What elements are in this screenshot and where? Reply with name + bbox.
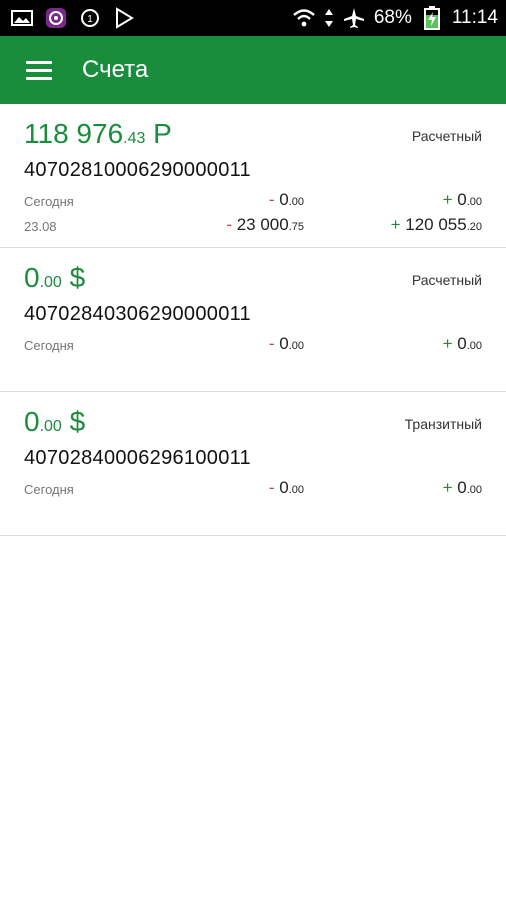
turnover-date: Сегодня [24, 482, 74, 497]
account-balance: 0.00 $ [24, 262, 86, 293]
account-number: 40702840006296100011 [24, 447, 251, 469]
airplane-mode-icon [342, 7, 366, 29]
account-type: Расчетный [411, 272, 482, 288]
account-card[interactable]: 0.00 $ Транзитный 40702840006296100011 С… [0, 392, 506, 536]
account-type: Транзитный [404, 416, 482, 432]
credit-amount: + 0.00 [442, 190, 482, 209]
turnover-row: Сегодня - 0.00 + 0.00 [24, 190, 482, 210]
debit-amount: - 23 000.75 [226, 215, 304, 234]
turnover-date: 23.08 [24, 219, 57, 234]
credit-amount: + 0.00 [442, 478, 482, 497]
sync-icon: 1 [78, 7, 102, 29]
wifi-icon [292, 7, 316, 29]
account-card[interactable]: 118 976.43 Р Расчетный 40702810006290000… [0, 104, 506, 248]
page-title: Счета [82, 56, 149, 83]
app-bar: Счета [0, 36, 506, 104]
svg-text:1: 1 [87, 14, 93, 25]
battery-percent: 68% [373, 7, 412, 28]
account-balance: 118 976.43 Р [24, 118, 172, 149]
credit-amount: + 120 055.20 [390, 215, 482, 234]
debit-amount: - 0.00 [268, 190, 304, 209]
account-type: Расчетный [411, 128, 482, 144]
turnover-date: Сегодня [24, 338, 74, 353]
clock: 11:14 [451, 7, 498, 28]
account-number: 40702840306290000011 [24, 303, 251, 325]
credit-amount: + 0.00 [442, 334, 482, 353]
debit-amount: - 0.00 [268, 334, 304, 353]
notification-icons: 1 [10, 7, 136, 29]
app-icon [44, 7, 68, 29]
data-arrows-icon [324, 7, 334, 29]
turnover-row: 23.08 - 23 000.75 + 120 055.20 [24, 215, 482, 235]
turnover-row: Сегодня - 0.00 + 0.00 [24, 478, 482, 498]
system-status: 68% 11:14 [292, 6, 498, 30]
status-bar: 1 68% 11:14 [0, 0, 506, 36]
play-store-icon [112, 7, 136, 29]
debit-amount: - 0.00 [268, 478, 304, 497]
turnover-date: Сегодня [24, 194, 74, 209]
accounts-list: 118 976.43 Р Расчетный 40702810006290000… [0, 104, 506, 536]
gallery-icon [10, 7, 34, 29]
account-card[interactable]: 0.00 $ Расчетный 40702840306290000011 Се… [0, 248, 506, 392]
battery-charging-icon [420, 6, 444, 30]
account-number: 40702810006290000011 [24, 159, 251, 181]
menu-icon[interactable] [26, 55, 56, 85]
turnover-row: Сегодня - 0.00 + 0.00 [24, 334, 482, 354]
account-balance: 0.00 $ [24, 406, 86, 437]
